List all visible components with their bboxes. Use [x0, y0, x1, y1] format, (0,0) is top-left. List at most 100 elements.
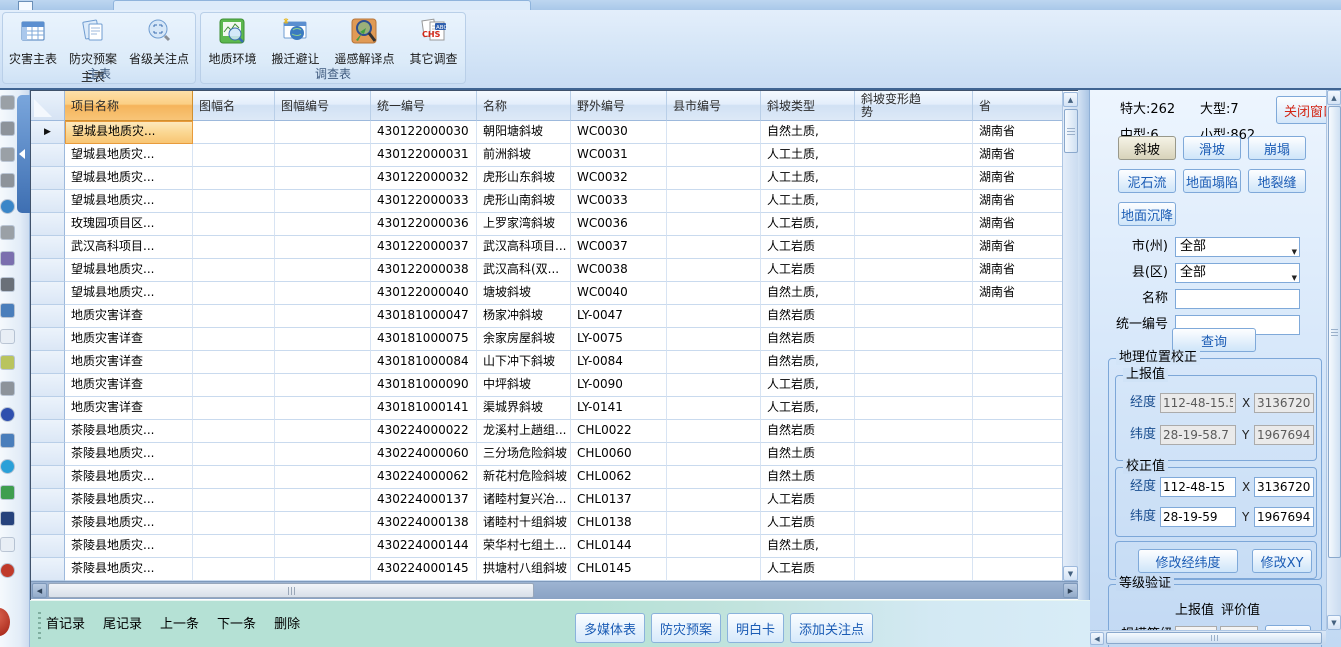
table-cell[interactable]: 望城县地质灾... — [65, 259, 193, 282]
table-cell[interactable]: 茶陵县地质灾... — [65, 512, 193, 535]
disaster-type-button[interactable]: 地面塌陷 — [1183, 169, 1241, 193]
table-cell[interactable] — [667, 489, 761, 512]
table-cell[interactable]: CHL0060 — [571, 443, 667, 466]
table-cell[interactable] — [855, 305, 973, 328]
horizontal-scroll-thumb[interactable] — [1106, 632, 1322, 644]
left-tool-icon[interactable] — [1, 382, 14, 395]
table-cell[interactable]: 430122000030 — [371, 121, 477, 144]
table-cell[interactable] — [855, 558, 973, 581]
table-cell[interactable]: 茶陵县地质灾... — [65, 420, 193, 443]
table-cell[interactable] — [275, 351, 371, 374]
table-cell[interactable]: 武汉高科项目... — [65, 236, 193, 259]
table-cell[interactable]: 茶陵县地质灾... — [65, 443, 193, 466]
table-cell[interactable] — [193, 259, 275, 282]
table-cell[interactable] — [667, 121, 761, 144]
table-cell[interactable]: WC0040 — [571, 282, 667, 305]
table-cell[interactable] — [855, 535, 973, 558]
table-cell[interactable]: 武汉高科(双... — [477, 259, 571, 282]
panel-vertical-scrollbar[interactable]: ▲ ▼ — [1326, 90, 1341, 630]
row-selector[interactable] — [31, 351, 65, 374]
table-cell[interactable] — [855, 282, 973, 305]
table-cell[interactable] — [193, 512, 275, 535]
table-cell[interactable] — [275, 236, 371, 259]
grid-vertical-scrollbar[interactable]: ▲ ▼ — [1062, 92, 1078, 581]
grid-corner-cell[interactable] — [31, 91, 65, 121]
table-cell[interactable]: 湖南省 — [973, 282, 1063, 305]
scroll-right-arrow[interactable]: ▶ — [1063, 583, 1078, 598]
table-cell[interactable]: WC0030 — [571, 121, 667, 144]
table-cell[interactable]: 430181000075 — [371, 328, 477, 351]
table-cell[interactable] — [855, 213, 973, 236]
table-cell[interactable] — [667, 397, 761, 420]
table-cell[interactable] — [973, 397, 1063, 420]
table-cell[interactable]: 人工土质, — [761, 190, 855, 213]
row-selector[interactable] — [31, 190, 65, 213]
table-cell[interactable]: 地质灾害详查 — [65, 374, 193, 397]
table-cell[interactable] — [193, 535, 275, 558]
province-focus-points-button[interactable]: 省级关注点 — [126, 15, 192, 68]
table-cell[interactable] — [973, 420, 1063, 443]
table-cell[interactable]: WC0032 — [571, 167, 667, 190]
table-cell[interactable]: WC0031 — [571, 144, 667, 167]
table-cell[interactable]: 自然土质 — [761, 466, 855, 489]
table-cell[interactable]: 430181000084 — [371, 351, 477, 374]
column-header[interactable]: 名称 — [477, 91, 571, 121]
table-cell[interactable]: 茶陵县地质灾... — [65, 489, 193, 512]
table-cell[interactable]: 430181000141 — [371, 397, 477, 420]
record-nav-link[interactable]: 下一条 — [217, 613, 256, 632]
left-tool-icon[interactable] — [1, 96, 14, 109]
table-cell[interactable] — [667, 282, 761, 305]
table-cell[interactable] — [973, 443, 1063, 466]
table-cell[interactable] — [193, 282, 275, 305]
disaster-type-button[interactable]: 滑坡 — [1183, 136, 1241, 160]
left-tool-icon[interactable] — [1, 278, 14, 291]
left-tool-icon[interactable] — [1, 148, 14, 161]
left-tool-icon[interactable] — [1, 226, 14, 239]
corrected-y-input[interactable] — [1254, 507, 1314, 527]
table-cell[interactable] — [193, 144, 275, 167]
row-selector[interactable] — [31, 535, 65, 558]
table-cell[interactable]: 湖南省 — [973, 144, 1063, 167]
table-cell[interactable] — [667, 351, 761, 374]
table-cell[interactable] — [193, 305, 275, 328]
table-cell[interactable] — [973, 305, 1063, 328]
column-header[interactable]: 省 — [973, 91, 1063, 121]
column-header[interactable]: 斜坡类型 — [761, 91, 855, 121]
table-cell[interactable]: 人工土质, — [761, 167, 855, 190]
left-tool-icon[interactable] — [1, 356, 14, 369]
table-cell[interactable] — [667, 190, 761, 213]
table-cell[interactable]: LY-0075 — [571, 328, 667, 351]
row-selector[interactable] — [31, 420, 65, 443]
row-selector[interactable] — [31, 512, 65, 535]
table-cell[interactable] — [973, 374, 1063, 397]
table-cell[interactable]: 朝阳塘斜坡 — [477, 121, 571, 144]
table-cell[interactable]: 自然岩质 — [761, 305, 855, 328]
table-cell[interactable] — [855, 144, 973, 167]
column-header[interactable]: 县市编号 — [667, 91, 761, 121]
table-cell[interactable] — [193, 190, 275, 213]
table-cell[interactable] — [193, 213, 275, 236]
table-cell[interactable]: 自然岩质 — [761, 420, 855, 443]
disaster-type-button[interactable]: 泥石流 — [1118, 169, 1176, 193]
table-cell[interactable] — [275, 420, 371, 443]
table-cell[interactable] — [275, 213, 371, 236]
table-cell[interactable] — [855, 236, 973, 259]
table-cell[interactable] — [973, 351, 1063, 374]
table-cell[interactable] — [855, 512, 973, 535]
table-cell[interactable]: CHL0062 — [571, 466, 667, 489]
row-selector[interactable] — [31, 167, 65, 190]
table-cell[interactable] — [855, 190, 973, 213]
table-cell[interactable]: 茶陵县地质灾... — [65, 466, 193, 489]
column-header[interactable]: 野外编号 — [571, 91, 667, 121]
row-selector[interactable] — [31, 236, 65, 259]
table-cell[interactable] — [667, 259, 761, 282]
table-cell[interactable] — [275, 121, 371, 144]
table-cell[interactable]: 430122000040 — [371, 282, 477, 305]
table-cell[interactable] — [973, 489, 1063, 512]
table-cell[interactable]: 430224000145 — [371, 558, 477, 581]
table-cell[interactable] — [193, 466, 275, 489]
table-cell[interactable] — [667, 213, 761, 236]
table-cell[interactable]: 荣华村七组土... — [477, 535, 571, 558]
table-cell[interactable] — [973, 512, 1063, 535]
table-cell[interactable] — [275, 328, 371, 351]
